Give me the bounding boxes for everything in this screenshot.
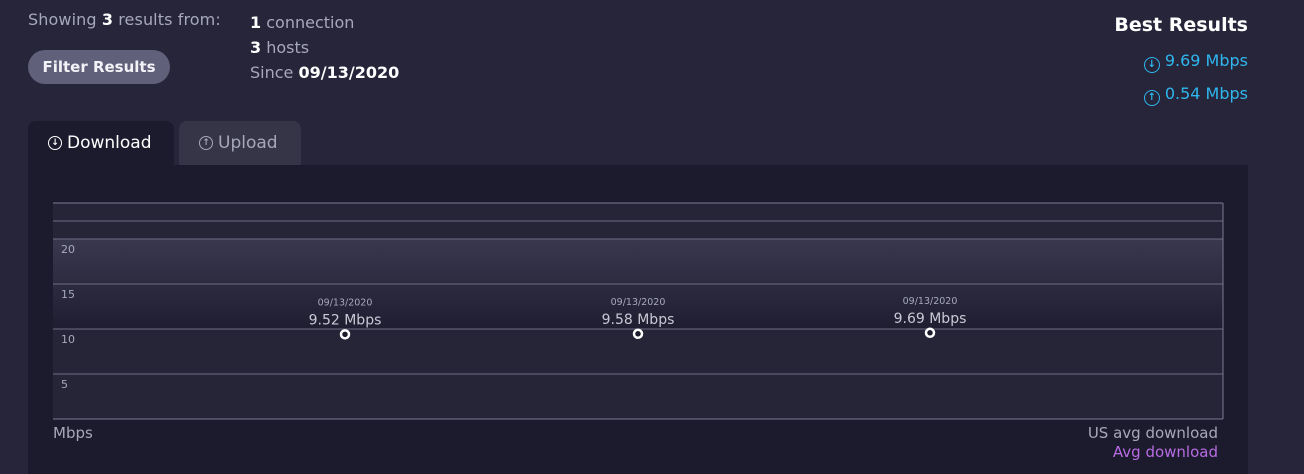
point-value-label: 9.52 Mbps [309,312,382,328]
point-value-label: 9.69 Mbps [894,311,967,327]
arrow-up-circle-icon: ↑ [1143,90,1160,106]
filter-results-button[interactable]: Filter Results [28,50,170,84]
best-download-value: 9.69 Mbps [1164,51,1248,70]
point-date-label: 09/13/2020 [318,297,373,308]
point-date-label: 09/13/2020 [611,297,666,308]
results-count: 3 [101,10,114,29]
since-row: Since 09/13/2020 [250,60,399,85]
avg-download-legend: Avg download [1112,443,1218,461]
results-sources: 1 connection 3 hosts Since 09/13/2020 [250,10,399,85]
y-tick-label: 10 [61,333,75,346]
showing-prefix: Showing [28,10,97,29]
best-results: Best Results ↓ 9.69 Mbps ↑ 0.54 Mbps [1114,14,1248,116]
point-date-label: 09/13/2020 [903,296,958,307]
since-date: 09/13/2020 [298,63,400,82]
tab-upload[interactable]: ↑ Upload [179,121,301,165]
best-results-title: Best Results [1114,14,1248,36]
y-tick-label: 20 [61,243,75,256]
hosts-count: 3 [250,38,262,57]
y-tick-label: 5 [61,378,68,391]
us-avg-legend: US avg download [1087,424,1218,442]
connections-label: connection [266,13,355,32]
data-point [339,329,351,340]
best-download: ↓ 9.69 Mbps [1114,50,1248,83]
since-label: Since [250,63,294,82]
arrow-up-circle-icon: ↑ [199,136,213,150]
best-upload: ↑ 0.54 Mbps [1114,83,1248,116]
arrow-down-circle-icon: ↓ [1143,57,1160,73]
y-tick-label: 15 [61,288,75,301]
download-chart: 5 10 15 20 09/13/2020 9.52 Mbps 09/13/2020 9.58… [53,202,1224,420]
tab-download-label: Download [67,133,152,153]
tab-upload-label: Upload [218,133,278,153]
connections-count: 1 [250,13,262,32]
best-upload-value: 0.54 Mbps [1164,84,1248,103]
y-axis-unit-label: Mbps [53,424,93,442]
point-value-label: 9.58 Mbps [602,312,675,328]
connections-row: 1 connection [250,10,399,35]
arrow-down-circle-icon: ↓ [48,136,62,150]
hosts-label: hosts [266,38,310,57]
tab-download[interactable]: ↓ Download [28,121,174,165]
data-point [924,327,936,339]
data-point [632,328,644,340]
results-summary: Showing 3 results from: [28,10,221,29]
hosts-row: 3 hosts [250,35,399,60]
showing-suffix: results from: [118,10,221,29]
chart-panel: 5 10 15 20 09/13/2020 9.52 Mbps 09/13/2020 9.58… [28,165,1248,474]
